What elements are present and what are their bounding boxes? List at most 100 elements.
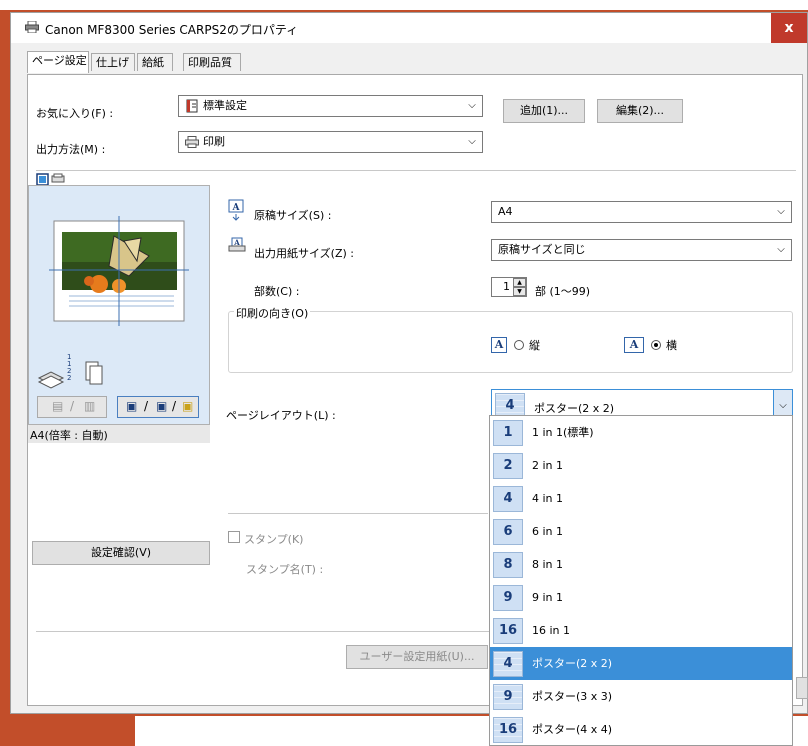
copies-down-button[interactable]: ▼ (513, 287, 526, 296)
layout-option-label: 9 in 1 (532, 591, 564, 604)
preview-area: 1 1 2 2 ▤ / ▥ ▣ / ▣ / ▣ (28, 185, 210, 425)
layout-option-8in1[interactable]: 8 8 in 1 (490, 548, 792, 581)
stamp-name-label: スタンプ名(T) : (246, 563, 324, 576)
slash-icon: / (144, 399, 149, 413)
favorites-value: 標準設定 (203, 99, 247, 112)
layout-option-poster-3x3[interactable]: 9 ポスター(3 x 3) (490, 680, 792, 713)
custom-paper-button[interactable]: ユーザー設定用紙(U)... (346, 645, 488, 669)
layout-option-2in1[interactable]: 2 2 in 1 (490, 449, 792, 482)
printer-icon (25, 21, 39, 33)
mono-icon[interactable]: ▣ (156, 399, 167, 413)
layout-1-icon: 1 (493, 420, 523, 446)
tab-page-setup[interactable]: ページ設定 (27, 51, 89, 73)
portrait-radio[interactable] (513, 340, 524, 350)
poster-4x4-icon: 16 (493, 717, 523, 743)
print-icon (185, 136, 199, 148)
poster-2x2-icon: 4 (493, 651, 523, 677)
page-layout-dropdown-list: 1 1 in 1(標準) 2 2 in 1 4 4 in 1 6 6 in 1 … (489, 415, 793, 746)
chevron-down-icon: ⌵ (777, 244, 785, 255)
layout-option-label: 8 in 1 (532, 558, 564, 571)
layout-option-6in1[interactable]: 6 6 in 1 (490, 515, 792, 548)
layout-16-icon: 16 (493, 618, 523, 644)
svg-text:A: A (232, 203, 241, 213)
portrait-a-icon: A (491, 337, 507, 353)
page-label: 2 (67, 374, 72, 382)
chevron-down-icon: ⌵ (468, 100, 476, 111)
copies-label: 部数(C) : (254, 285, 300, 298)
layout-2-icon: 2 (493, 453, 523, 479)
copies-unit: 部 (1～99) (535, 285, 591, 298)
collate-sequence-text: 1 1 2 2 (67, 354, 71, 382)
orientation-label: 印刷の向き(O) (234, 305, 311, 321)
tab-print-quality[interactable]: 印刷品質 (183, 53, 241, 71)
layout-option-label: ポスター(4 x 4) (532, 723, 613, 736)
dialog-button-edge[interactable] (796, 677, 808, 699)
layout-8-icon: 8 (493, 552, 523, 578)
copies-value: 1 (503, 280, 510, 293)
page-size-icon: A (228, 199, 244, 221)
divider (36, 631, 496, 632)
orientation-landscape-option[interactable]: A 横 (624, 337, 677, 353)
chevron-down-icon: ⌵ (777, 206, 785, 217)
layout-option-poster-4x4[interactable]: 16 ポスター(4 x 4) (490, 713, 792, 745)
layout-option-label: 1 in 1(標準) (532, 426, 594, 439)
layout-option-9in1[interactable]: 9 9 in 1 (490, 581, 792, 614)
layout-option-4in1[interactable]: 4 4 in 1 (490, 482, 792, 515)
page-layout-label: ページレイアウト(L) : (226, 409, 336, 422)
window-title: Canon MF8300 Series CARPS2のプロパティ (45, 23, 299, 37)
tab-paper-source[interactable]: 給紙 (137, 53, 173, 71)
stamp-label: スタンプ(K) (244, 533, 304, 546)
output-paper-size-label: 出力用紙サイズ(Z) : (254, 247, 354, 260)
landscape-a-icon: A (624, 337, 644, 353)
divider (36, 170, 796, 171)
close-button[interactable]: x (771, 13, 807, 43)
stamp-checkbox[interactable] (228, 531, 240, 543)
output-paper-size-icon: A (228, 237, 246, 252)
landscape-label: 横 (666, 339, 677, 352)
title-bar: Canon MF8300 Series CARPS2のプロパティ x (11, 13, 807, 43)
layout-option-label: ポスター(2 x 2) (532, 657, 613, 670)
layout-4-icon: 4 (493, 486, 523, 512)
add-favorite-button[interactable]: 追加(1)... (503, 99, 585, 123)
favorites-select[interactable]: 標準設定 ⌵ (178, 95, 483, 117)
confirm-settings-button[interactable]: 設定確認(V) (32, 541, 210, 565)
poster-3x3-icon: 9 (493, 684, 523, 710)
layout-9-icon: 9 (493, 585, 523, 611)
favorites-book-icon (186, 99, 198, 113)
layout-option-label: 2 in 1 (532, 459, 564, 472)
divider (228, 513, 488, 514)
copies-up-button[interactable]: ▲ (513, 278, 526, 287)
layout-option-poster-2x2[interactable]: 4 ポスター(2 x 2) (490, 647, 792, 680)
slash-icon: / (172, 399, 177, 413)
page-size-select[interactable]: A4 ⌵ (491, 201, 792, 223)
tab-finishing[interactable]: 仕上げ (91, 53, 135, 71)
page-size-label: 原稿サイズ(S) : (254, 209, 332, 222)
layout-6-icon: 6 (493, 519, 523, 545)
binding-right-icon[interactable]: ▥ (84, 399, 95, 413)
output-paper-size-select[interactable]: 原稿サイズと同じ ⌵ (491, 239, 792, 261)
binding-toggle-group[interactable]: ▤ / ▥ (37, 396, 107, 418)
page-size-value: A4 (498, 205, 513, 218)
desktop-top-strip (0, 0, 808, 10)
poster-preview-image (37, 216, 189, 389)
favorites-label: お気に入り(F) : (36, 107, 114, 120)
output-method-select[interactable]: 印刷 ⌵ (178, 131, 483, 153)
slash-icon: / (70, 399, 75, 413)
orientation-portrait-option[interactable]: A 縦 (491, 337, 540, 353)
layout-option-1in1[interactable]: 1 1 in 1(標準) (490, 416, 792, 449)
layout-option-label: 6 in 1 (532, 525, 564, 538)
layout-option-label: 4 in 1 (532, 492, 564, 505)
output-method-value: 印刷 (203, 135, 225, 148)
color-icon[interactable]: ▣ (182, 399, 193, 413)
portrait-label: 縦 (529, 339, 540, 352)
landscape-radio[interactable] (650, 340, 661, 350)
layout-option-16in1[interactable]: 16 16 in 1 (490, 614, 792, 647)
binding-left-icon[interactable]: ▤ (52, 399, 63, 413)
output-paper-size-value: 原稿サイズと同じ (498, 243, 586, 256)
page-layout-value: ポスター(2 x 2) (534, 402, 615, 415)
layout-option-label: ポスター(3 x 3) (532, 690, 613, 703)
color-auto-icon[interactable]: ▣ (126, 399, 137, 413)
preview-caption-bar: A4(倍率 : 自動) (28, 425, 210, 443)
color-mode-toggle-group[interactable]: ▣ / ▣ / ▣ (117, 396, 199, 418)
edit-favorite-button[interactable]: 編集(2)... (597, 99, 683, 123)
